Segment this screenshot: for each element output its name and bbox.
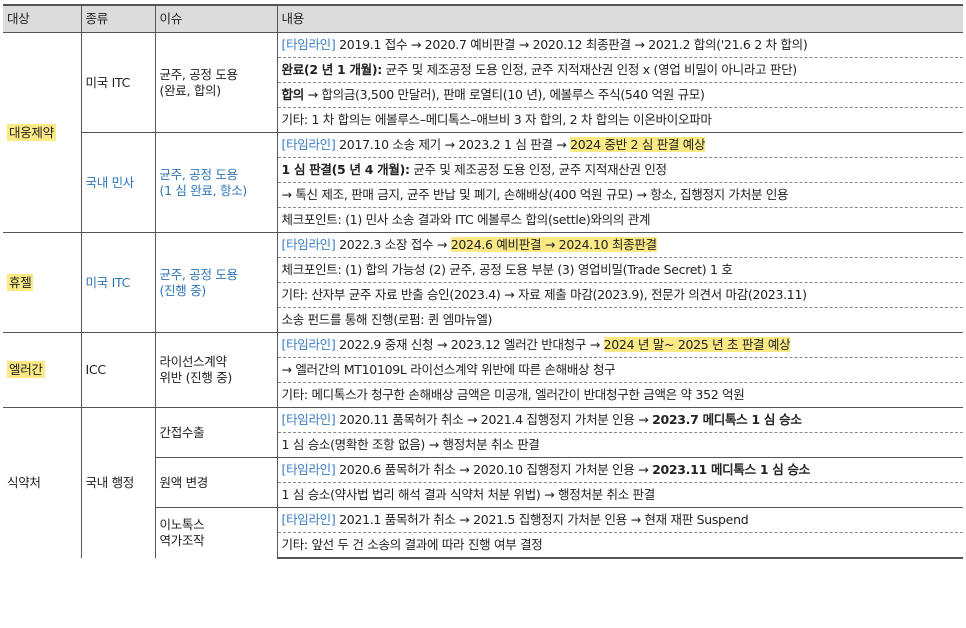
issue-line: 균주, 공정 도용 (159, 66, 239, 82)
highlight-text: 2024.6 예비판결 → 2024.10 최종판결 (450, 237, 657, 252)
type-cell: 미국 ITC (81, 232, 156, 333)
content-cell: 1 심 승소(약사법 법리 해석 결과 식약처 처분 위법) → 행정처분 취소… (277, 482, 963, 508)
target-label: 대웅제약 (7, 123, 56, 141)
header-type: 종류 (80, 4, 155, 33)
content-cell: 기타: 앞선 두 건 소송의 결과에 따라 진행 여부 결정 (277, 532, 963, 559)
header-issue: 이슈 (154, 4, 277, 33)
content-cell: 합의 → 합의금(3,500 만달러), 판매 로열티(10 년), 에볼루스 … (277, 82, 963, 108)
content-text: 2020.11 품목허가 취소 → 2021.4 집행정지 가처분 인용 → (335, 412, 653, 427)
issue-line: 역가조작 (159, 533, 205, 548)
issue-line: (1 심 완료, 항소) (159, 182, 248, 198)
issue-line: 라이선스계약 (159, 354, 228, 369)
content-text: 2019.1 접수 → 2020.7 예비판결 → 2020.12 최종판결 →… (335, 37, 808, 52)
content-cell: [타임라인] 2022.3 소장 접수 → 2024.6 예비판결 → 2024… (277, 232, 963, 258)
content-cell: 소송 펀드를 통해 진행(로펌: 퀸 엠마뉴엘) (277, 307, 963, 333)
table-row: 국내 민사 균주, 공정 도용 (1 심 완료, 항소) [타임라인] 2017… (3, 132, 963, 233)
content-cell: 체크포인트: (1) 민사 소송 결과와 ITC 에볼루스 합의(settle)… (277, 207, 963, 233)
timeline-label: [타임라인] (281, 237, 336, 252)
content-cell: 체크포인트: (1) 합의 가능성 (2) 균주, 공정 도용 부분 (3) 영… (277, 257, 963, 283)
content-text: 균주 및 제조공정 도용 인정, 균주 지적재산권 인정 (409, 162, 667, 177)
content-cell: [타임라인] 2022.9 중재 신청 → 2023.12 엘러간 반대청구 →… (277, 332, 963, 358)
content-bold: 완료(2 년 1 개월): (281, 62, 383, 77)
content-cell: 기타: 메디톡스가 청구한 손해배상 금액은 미공개, 엘러간이 반대청구한 금… (277, 382, 963, 408)
issue-line: 균주, 공정 도용 (159, 266, 239, 282)
header-content: 내용 (276, 4, 963, 33)
content-text: 2021.1 품목허가 취소 → 2021.5 집행정지 가처분 인용 → 현재… (335, 512, 749, 527)
issue-cell: 이노톡스 역가조작 (155, 507, 278, 558)
target-cell-allergan: 엘러간 (3, 332, 82, 408)
litigation-table: 대상 종류 이슈 내용 대웅제약 미국 ITC 균주, 공정 도용 (완료, 합… (3, 4, 963, 559)
content-cell: [타임라인] 2017.10 소송 제기 → 2023.2 1 심 판결 → 2… (277, 132, 963, 158)
content-cell: → 톡신 제조, 판매 금지, 균주 반납 및 폐기, 손해배상(400 억원 … (277, 182, 963, 208)
timeline-label: [타임라인] (281, 137, 336, 152)
timeline-label: [타임라인] (281, 412, 336, 427)
highlight-text: 2024 년 말~ 2025 년 초 판결 예상 (603, 337, 791, 352)
content-cell: [타임라인] 2020.11 품목허가 취소 → 2021.4 집행정지 가처분… (277, 407, 963, 433)
content-cell: [타임라인] 2021.1 품목허가 취소 → 2021.5 집행정지 가처분 … (277, 507, 963, 533)
type-cell: 국내 행정 (81, 407, 156, 558)
header-target: 대상 (3, 4, 82, 33)
content-cell: 완료(2 년 1 개월): 균주 및 제조공정 도용 인정, 균주 지적재산권 … (277, 57, 963, 83)
target-cell-hugel: 휴젤 (3, 232, 82, 333)
content-text: 2022.3 소장 접수 → (335, 237, 451, 252)
issue-line: 위반 (진행 중) (159, 370, 233, 385)
content-cell: → 엘러간의 MT10109L 라이선스계약 위반에 따른 손해배상 청구 (277, 357, 963, 383)
issue-cell: 간접수출 (155, 407, 278, 458)
timeline-label: [타임라인] (281, 462, 336, 477)
content-text: 2017.10 소송 제기 → 2023.2 1 심 판결 → (335, 137, 571, 152)
content-bold: 1 심 판결(5 년 4 개월): (281, 162, 410, 177)
timeline-label: [타임라인] (281, 512, 336, 527)
content-cell: [타임라인] 2020.6 품목허가 취소 → 2020.10 집행정지 가처분… (277, 457, 963, 483)
content-cell: 1 심 승소(명확한 조항 없음) → 행정처분 취소 판결 (277, 432, 963, 458)
content-cell: 기타: 1 차 합의는 에볼루스–메디톡스–애브비 3 자 합의, 2 차 합의… (277, 107, 963, 133)
content-text: → 합의금(3,500 만달러), 판매 로열티(10 년), 에볼루스 주식(… (303, 87, 705, 102)
content-text: 2020.6 품목허가 취소 → 2020.10 집행정지 가처분 인용 → (335, 462, 653, 477)
type-cell: ICC (81, 332, 156, 408)
type-cell: 국내 민사 (81, 132, 156, 233)
content-cell: [타임라인] 2019.1 접수 → 2020.7 예비판결 → 2020.12… (277, 32, 963, 58)
content-cell: 기타: 산자부 균주 자료 반출 승인(2023.4) → 자료 제출 마감(2… (277, 282, 963, 308)
content-cell: 1 심 판결(5 년 4 개월): 균주 및 제조공정 도용 인정, 균주 지적… (277, 157, 963, 183)
content-text: 2022.9 중재 신청 → 2023.12 엘러간 반대청구 → (335, 337, 604, 352)
table-row: 식약처 국내 행정 간접수출 [타임라인] 2020.11 품목허가 취소 → … (3, 407, 963, 558)
issue-line: (진행 중) (159, 282, 207, 298)
table-row: 엘러간 ICC 라이선스계약 위반 (진행 중) [타임라인] 2022.9 중… (3, 332, 963, 408)
issue-line: 균주, 공정 도용 (159, 166, 239, 182)
content-bold: 2023.7 메디톡스 1 심 승소 (652, 412, 802, 427)
timeline-label: [타임라인] (281, 337, 336, 352)
issue-line: 이노톡스 (159, 517, 205, 532)
header-row: 대상 종류 이슈 내용 (3, 4, 963, 33)
issue-cell: 원액 변경 (155, 457, 278, 508)
target-label: 엘러간 (7, 361, 45, 378)
content-bold: 합의 (281, 87, 305, 102)
target-cell-mfds: 식약처 (3, 407, 82, 558)
table-row: 휴젤 미국 ITC 균주, 공정 도용 (진행 중) [타임라인] 2022.3… (3, 232, 963, 333)
target-cell-daewoong: 대웅제약 (3, 32, 82, 233)
timeline-label: [타임라인] (281, 37, 336, 52)
type-cell: 미국 ITC (81, 32, 156, 133)
target-label: 휴젤 (7, 273, 34, 291)
content-text: 균주 및 제조공정 도용 인정, 균주 지적재산권 인정 x (영업 비밀이 아… (381, 62, 798, 77)
content-bold: 2023.11 메디톡스 1 심 승소 (652, 462, 810, 477)
table-row: 대웅제약 미국 ITC 균주, 공정 도용 (완료, 합의) [타임라인] 20… (3, 32, 963, 233)
issue-cell: 균주, 공정 도용 (진행 중) (155, 232, 278, 333)
issue-line: (완료, 합의) (159, 82, 222, 98)
issue-cell: 균주, 공정 도용 (1 심 완료, 항소) (155, 132, 278, 233)
issue-cell: 균주, 공정 도용 (완료, 합의) (155, 32, 278, 133)
highlight-text: 2024 중반 2 심 판결 예상 (570, 137, 706, 152)
issue-cell: 라이선스계약 위반 (진행 중) (155, 332, 278, 408)
